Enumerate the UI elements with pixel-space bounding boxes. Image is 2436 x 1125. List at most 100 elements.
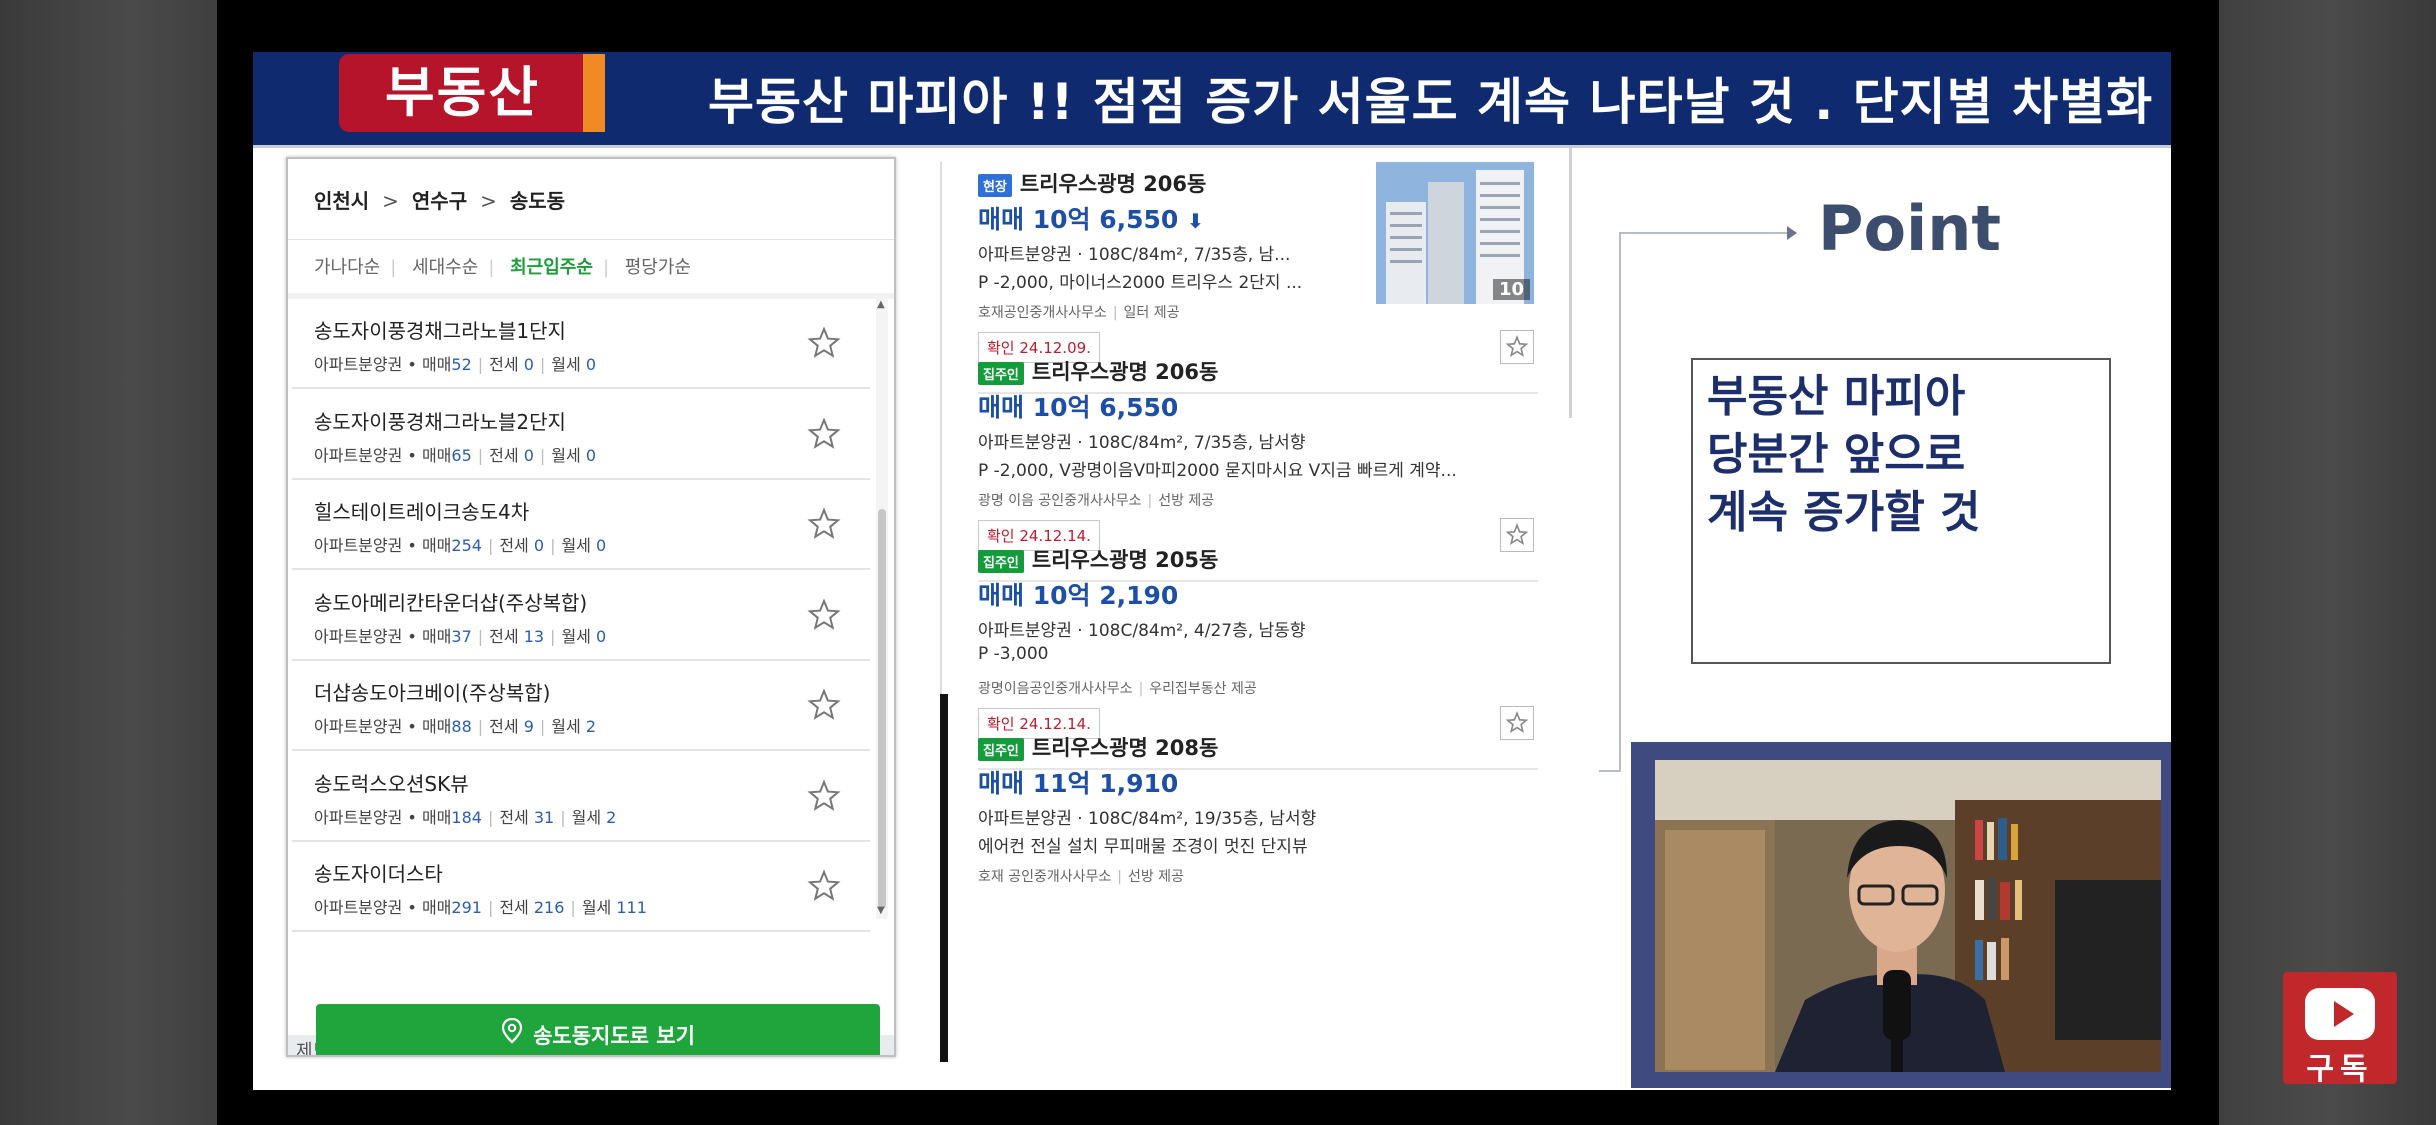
jeonse-count: 31: [533, 807, 555, 827]
star-icon[interactable]: [806, 597, 842, 633]
listing-price: 매매 10억 6,550 ⬇: [978, 205, 1204, 234]
jeonse-count: 0: [533, 536, 545, 555]
jeonse-count: 216: [533, 898, 565, 917]
list-item[interactable]: 송도아메리칸타운더샵(주상복합) 아파트분양권 • 매매37 | 전세 13 | 월세 0: [292, 573, 870, 661]
sort-options: 가나다순 | 세대수순 | 최근입주순 | 평당가순: [314, 257, 691, 278]
listing-description: P -2,000, V광명이음V마피2000 묻지마시요 V지금 빠르게 계약.…: [978, 461, 1457, 481]
listing-spec: 아파트분양권 · 108C/84m², 7/35층, 남서향: [978, 433, 1306, 453]
list-item[interactable]: 힐스테이트레이크송도4차 아파트분양권 • 매매254 | 전세 0 | 월세 0: [292, 482, 870, 570]
right-blurred-backdrop: [2219, 0, 2436, 1125]
list-scrollbar[interactable]: [876, 299, 888, 919]
subscribe-label: 구독: [2306, 1052, 2374, 1087]
column-divider: [940, 162, 942, 694]
jeonse-count: 0: [523, 355, 534, 374]
complex-name[interactable]: 송도자이풍경채그라노블1단지: [314, 315, 566, 344]
point-connector-line: [1619, 232, 1621, 772]
wolse-count: 0: [596, 536, 607, 555]
listing-title[interactable]: 집주인 트리우스광명 206동: [978, 356, 1218, 386]
subscribe-button[interactable]: 구독: [2283, 972, 2397, 1087]
star-icon[interactable]: [806, 506, 842, 542]
view-map-label: 송도동지도로 보기: [533, 1024, 695, 1048]
star-icon[interactable]: [806, 868, 842, 904]
star-icon[interactable]: [806, 687, 842, 723]
sort-recent-movein[interactable]: 최근입주순: [510, 257, 593, 278]
complex-name[interactable]: 송도아메리칸타운더샵(주상복합): [314, 587, 587, 616]
divider: [288, 293, 894, 299]
sale-count: 37: [451, 626, 472, 646]
listing-price: 매매 10억 2,190: [978, 581, 1179, 610]
listing-title[interactable]: 현장 트리우스광명 206동: [978, 168, 1206, 198]
arrow-right-icon: [1787, 226, 1797, 240]
complex-name[interactable]: 송도자이더스타: [314, 858, 443, 887]
sale-count: 254: [451, 536, 482, 555]
list-item[interactable]: 송도자이풍경채그라노블2단지 아파트분양권 • 매매65 | 전세 0 | 월세 0: [292, 392, 870, 480]
badge-accent-tab: [583, 54, 605, 132]
listing-price: 매매 11억 1,910: [978, 769, 1179, 798]
list-item[interactable]: 더샵송도아크베이(주상복합) 아파트분양권 • 매매88 | 전세 9 | 월세 2: [292, 663, 870, 751]
listing-spec: 아파트분양권 · 108C/84m², 19/35층, 남서향: [978, 809, 1317, 829]
point-note-text: 부동산 마피아 당분간 앞으로 계속 증가할 것: [1707, 371, 1981, 538]
star-icon[interactable]: [806, 778, 842, 814]
headline-text: 부동산 마피아 !! 점점 증가 서울도 계속 나타날 것 . 단지별 차별화: [708, 73, 2154, 131]
listing-agent: 호재 공인중개사사무소 | 선방 제공: [978, 869, 1184, 885]
jeonse-count: 0: [523, 445, 534, 465]
category-badge: 부동산: [339, 54, 586, 132]
listing-tag: 집주인: [978, 737, 1024, 761]
listing-agent: 광명이음공인중개사사무소 | 우리집부동산 제공: [978, 681, 1257, 697]
listing-title[interactable]: 집주인 트리우스광명 208동: [978, 732, 1218, 762]
wolse-count: 0: [585, 355, 596, 374]
listing-description: 에어컨 전실 설치 무피매물 조경이 멋진 단지뷰: [978, 837, 1308, 857]
star-icon[interactable]: [806, 325, 842, 361]
jeonse-count: 13: [523, 626, 545, 646]
complex-meta: 아파트분양권 • 매매184 | 전세 31 | 월세 2: [314, 807, 617, 827]
sort-households[interactable]: 세대수순: [412, 257, 478, 278]
listing-card[interactable]: 집주인 트리우스광명 208동매매 11억 1,910 아파트분양권 · 108C…: [978, 726, 1538, 966]
listing-agent: 호재공인중개사사무소 | 일터 제공: [978, 305, 1180, 321]
wolse-count: 2: [585, 717, 596, 736]
view-map-button[interactable]: 송도동지도로 보기: [316, 1004, 880, 1055]
wolse-count: 111: [616, 898, 647, 917]
column-divider-dark: [940, 694, 948, 1062]
list-item[interactable]: 송도럭스오션SK뷰아파트분양권 • 매매184 | 전세 31 | 월세 2: [292, 754, 870, 842]
listing-photo[interactable]: 10: [1376, 162, 1534, 304]
complex-meta: 아파트분양권 • 매매37 | 전세 13 | 월세 0: [314, 626, 607, 646]
sale-count: 88: [451, 717, 472, 736]
sale-count: 291: [451, 898, 482, 917]
list-item[interactable]: 송도자이풍경채그라노블1단지아파트분양권 • 매매52 | 전세 0 | 월세 0: [292, 301, 870, 389]
sale-count: 52: [451, 355, 472, 374]
point-connector-line: [1619, 232, 1789, 234]
complex-name[interactable]: 송도자이풍경채그라노블2단지: [314, 406, 566, 435]
breadcrumb-district[interactable]: 연수구: [412, 189, 467, 213]
complex-meta: 아파트분양권 • 매매88 | 전세 9 | 월세 2: [314, 717, 596, 736]
breadcrumb-dong[interactable]: 송도동: [510, 189, 565, 213]
sale-count: 65: [451, 445, 472, 465]
point-connector-line: [1599, 770, 1621, 772]
list-item[interactable]: 송도자이더스타 아파트분양권 • 매매291 | 전세 216 | 월세 111: [292, 844, 870, 932]
breadcrumb-separator: >: [480, 189, 497, 213]
divider: [288, 239, 894, 240]
sort-alphabetical[interactable]: 가나다순: [314, 257, 380, 278]
webcam-presenter-video: [1655, 760, 2161, 1072]
complex-name[interactable]: 더샵송도아크베이(주상복합): [314, 677, 550, 706]
scroll-thumb[interactable]: [878, 509, 886, 909]
breadcrumb-separator: >: [382, 189, 399, 213]
listing-price: 매매 10억 6,550: [978, 393, 1179, 422]
panel-divider: [1569, 148, 1572, 418]
listing-title[interactable]: 집주인 트리우스광명 205동: [978, 544, 1218, 574]
listing-spec: 아파트분양권 · 108C/84m², 4/27층, 남동향: [978, 621, 1306, 641]
complex-name[interactable]: 힐스테이트레이크송도4차: [314, 496, 529, 525]
left-blurred-backdrop: [0, 0, 217, 1125]
breadcrumb-city[interactable]: 인천시: [314, 189, 369, 213]
listing-tag: 집주인: [978, 549, 1024, 573]
scroll-up-arrow[interactable]: ▲: [877, 299, 885, 310]
star-icon[interactable]: [806, 416, 842, 452]
wolse-count: 0: [595, 626, 607, 646]
listing-spec: 아파트분양권 · 108C/84m², 7/35층, 남...: [978, 245, 1291, 265]
complex-meta: 아파트분양권 • 매매52 | 전세 0 | 월세 0: [314, 355, 596, 374]
scroll-down-arrow[interactable]: ▼: [877, 905, 885, 916]
complex-name[interactable]: 송도럭스오션SK뷰: [314, 768, 469, 797]
complex-list-panel: 인천시 > 연수구 > 송도동 가나다순 | 세대수순 | 최근입주순 | 평당가순 …: [286, 157, 896, 1057]
sort-price-per-pyeong[interactable]: 평당가순: [625, 257, 691, 278]
listing-tag: 집주인: [978, 361, 1024, 385]
listing-description: P -2,000, 마이너스2000 트리우스 2단지 ...: [978, 273, 1303, 293]
